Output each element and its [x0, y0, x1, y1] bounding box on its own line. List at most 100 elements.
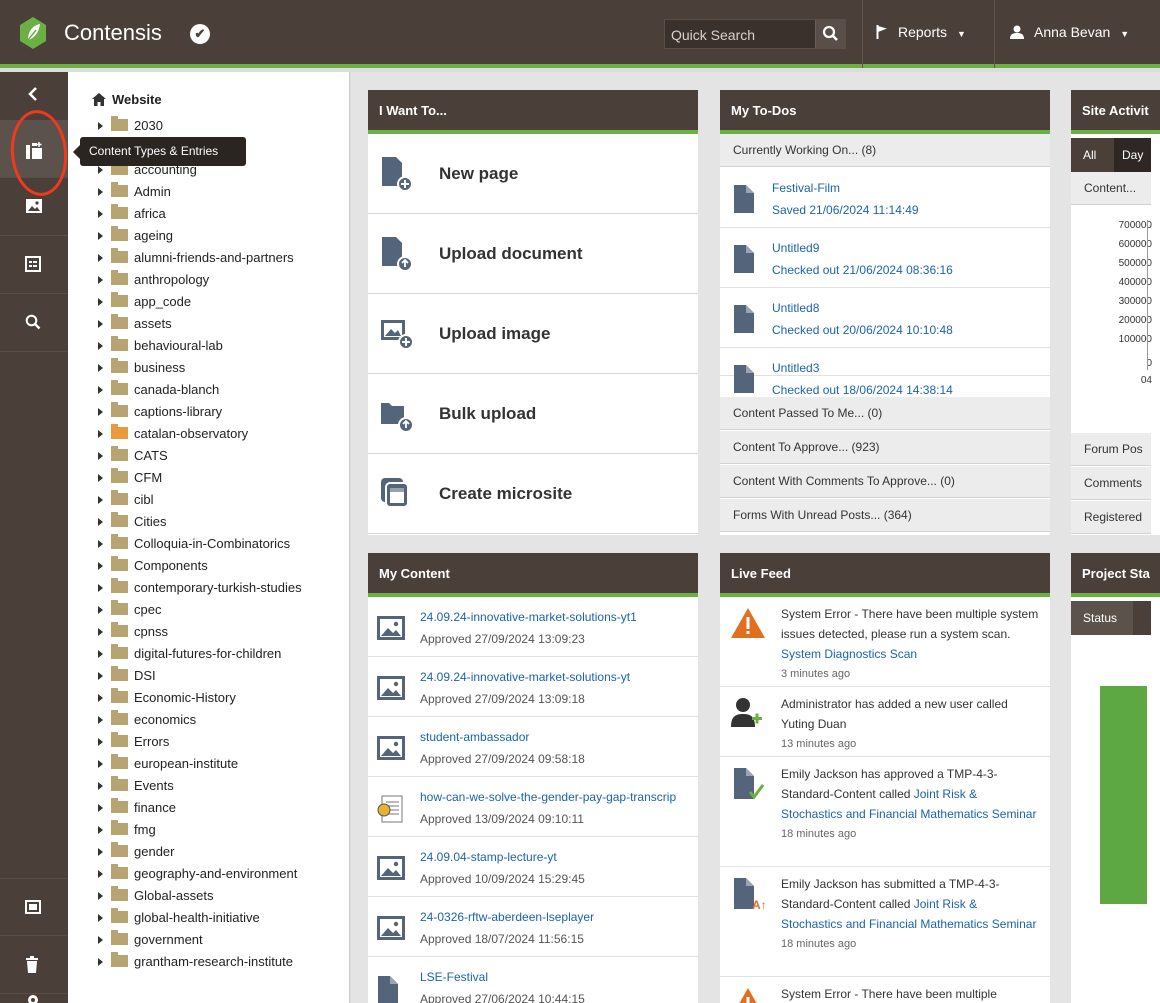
tree-folder-item[interactable]: finance: [98, 798, 176, 822]
content-row[interactable]: Content...: [1071, 172, 1151, 205]
expand-arrow-icon[interactable]: [98, 892, 103, 900]
expand-arrow-icon[interactable]: [98, 672, 103, 680]
content-item[interactable]: how-can-we-solve-the-gender-pay-gap-tran…: [368, 777, 698, 837]
tree-folder-item[interactable]: gender: [98, 842, 174, 866]
forum-posts-row[interactable]: Forum Pos: [1071, 433, 1151, 466]
create-microsite-button[interactable]: Create microsite: [368, 454, 698, 534]
search-button[interactable]: [0, 294, 68, 352]
expand-arrow-icon[interactable]: [98, 716, 103, 724]
content-item[interactable]: student-ambassador Approved 27/09/2024 09…: [368, 717, 698, 777]
expand-arrow-icon[interactable]: [98, 408, 103, 416]
expand-arrow-icon[interactable]: [98, 474, 103, 482]
tab-status[interactable]: Status: [1071, 601, 1133, 635]
todo-section-header[interactable]: Content Passed To Me... (0): [720, 397, 1050, 430]
content-item[interactable]: 24.09.24-innovative-market-solutions-yt A…: [368, 657, 698, 717]
content-item-name[interactable]: student-ambassador: [420, 730, 529, 744]
todo-item-name[interactable]: Untitled8: [772, 301, 819, 315]
expand-arrow-icon[interactable]: [98, 694, 103, 702]
content-item-name[interactable]: 24.09.04-stamp-lecture-yt: [420, 850, 557, 864]
expand-arrow-icon[interactable]: [98, 628, 103, 636]
tab-all[interactable]: All: [1075, 138, 1104, 172]
tree-folder-item[interactable]: grantham-research-institute: [98, 952, 293, 976]
expand-arrow-icon[interactable]: [98, 584, 103, 592]
tree-folder-item[interactable]: catalan-observatory: [98, 424, 248, 448]
layout-button[interactable]: [0, 878, 68, 936]
tree-folder-item[interactable]: DSI: [98, 666, 156, 690]
expand-arrow-icon[interactable]: [98, 518, 103, 526]
expand-arrow-icon[interactable]: [98, 254, 103, 262]
expand-arrow-icon[interactable]: [98, 958, 103, 966]
tree-folder-item[interactable]: contemporary-turkish-studies: [98, 578, 302, 602]
search-button[interactable]: [815, 20, 845, 48]
todo-item-name[interactable]: Untitled9: [772, 241, 819, 255]
tree-root-website[interactable]: Website: [92, 92, 162, 107]
bulk-upload-button[interactable]: Bulk upload: [368, 374, 698, 454]
tree-folder-item[interactable]: Errors: [98, 732, 169, 756]
expand-arrow-icon[interactable]: [98, 650, 103, 658]
tree-folder-item[interactable]: anthropology: [98, 270, 209, 294]
reports-menu[interactable]: Reports ▼: [876, 24, 966, 40]
comments-row[interactable]: Comments: [1071, 467, 1151, 500]
todo-item-name[interactable]: Untitled3: [772, 361, 819, 375]
forms-button[interactable]: [0, 236, 68, 294]
content-item-name[interactable]: LSE-Festival: [420, 970, 488, 984]
tree-folder-item[interactable]: business: [98, 358, 185, 382]
expand-arrow-icon[interactable]: [98, 870, 103, 878]
user-menu[interactable]: Anna Bevan ▼: [1010, 24, 1129, 40]
content-item-name[interactable]: 24.09.24-innovative-market-solutions-yt1: [420, 610, 637, 624]
tree-folder-item[interactable]: government: [98, 930, 203, 954]
expand-arrow-icon[interactable]: [98, 298, 103, 306]
upload-document-button[interactable]: Upload document: [368, 214, 698, 294]
tree-folder-item[interactable]: CATS: [98, 446, 168, 470]
todo-section-header[interactable]: Forms With Unread Posts... (364): [720, 499, 1050, 532]
registered-row[interactable]: Registered: [1071, 501, 1151, 534]
expand-arrow-icon[interactable]: [98, 496, 103, 504]
expand-arrow-icon[interactable]: [98, 804, 103, 812]
quick-search-input[interactable]: Quick Search: [664, 19, 846, 49]
content-item[interactable]: 24.09.24-innovative-market-solutions-yt1…: [368, 597, 698, 657]
todo-section-header[interactable]: Content To Approve... (923): [720, 431, 1050, 464]
tree-folder-item[interactable]: alumni-friends-and-partners: [98, 248, 294, 272]
expand-arrow-icon[interactable]: [98, 320, 103, 328]
todo-item[interactable]: Untitled8 Checked out 20/06/2024 10:10:48: [720, 288, 1050, 348]
expand-arrow-icon[interactable]: [98, 276, 103, 284]
upload-image-button[interactable]: Upload image: [368, 294, 698, 374]
content-item[interactable]: LSE-Festival Approved 27/06/2024 10:44:15: [368, 957, 698, 1003]
content-item[interactable]: 24-0326-rftw-aberdeen-lseplayer Approved …: [368, 897, 698, 957]
content-item[interactable]: 24.09.04-stamp-lecture-yt Approved 10/09/…: [368, 837, 698, 897]
contensis-logo-icon[interactable]: [18, 16, 48, 50]
tree-folder-item[interactable]: behavioural-lab: [98, 336, 223, 360]
expand-arrow-icon[interactable]: [98, 540, 103, 548]
tree-folder-item[interactable]: economics: [98, 710, 196, 734]
tree-folder-item[interactable]: Global-assets: [98, 886, 213, 910]
content-item-name[interactable]: 24-0326-rftw-aberdeen-lseplayer: [420, 910, 594, 924]
tree-folder-item[interactable]: Components: [98, 556, 208, 580]
tree-folder-item[interactable]: fmg: [98, 820, 156, 844]
tree-folder-item[interactable]: european-institute: [98, 754, 238, 778]
tree-folder-item[interactable]: ageing: [98, 226, 173, 250]
expand-arrow-icon[interactable]: [98, 826, 103, 834]
todo-item[interactable]: Festival-Film Saved 21/06/2024 11:14:49: [720, 168, 1050, 228]
expand-arrow-icon[interactable]: [98, 122, 103, 130]
expand-arrow-icon[interactable]: [98, 166, 103, 174]
tree-folder-item[interactable]: assets: [98, 314, 172, 338]
expand-arrow-icon[interactable]: [98, 342, 103, 350]
tree-folder-item[interactable]: Events: [98, 776, 174, 800]
tree-folder-item[interactable]: global-health-initiative: [98, 908, 260, 932]
currently-working-on-header[interactable]: Currently Working On... (8): [720, 134, 1050, 167]
expand-arrow-icon[interactable]: [98, 760, 103, 768]
tree-folder-item[interactable]: Cities: [98, 512, 167, 536]
tree-folder-item[interactable]: app_code: [98, 292, 191, 316]
tree-folder-item[interactable]: Admin: [98, 182, 171, 206]
status-check-icon[interactable]: ✔: [190, 24, 210, 44]
tree-folder-item[interactable]: canada-blanch: [98, 380, 219, 404]
settings-button[interactable]: [0, 984, 68, 1003]
tree-folder-item[interactable]: CFM: [98, 468, 162, 492]
expand-arrow-icon[interactable]: [98, 430, 103, 438]
expand-arrow-icon[interactable]: [98, 188, 103, 196]
expand-arrow-icon[interactable]: [98, 210, 103, 218]
feed-link[interactable]: System Diagnostics Scan: [781, 647, 917, 661]
tree-folder-item[interactable]: digital-futures-for-children: [98, 644, 281, 668]
tree-folder-item[interactable]: Economic-History: [98, 688, 236, 712]
expand-arrow-icon[interactable]: [98, 452, 103, 460]
